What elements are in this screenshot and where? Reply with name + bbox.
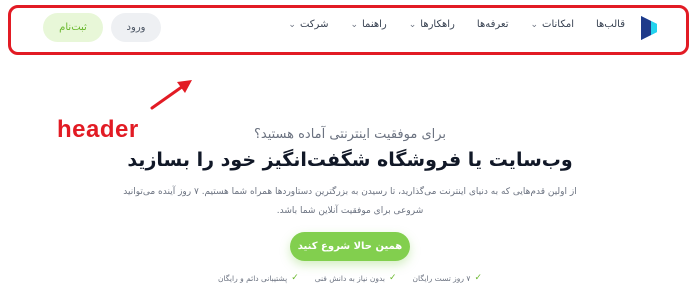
header-annotation-box bbox=[8, 5, 689, 55]
check-icon: ✓ bbox=[474, 273, 482, 283]
check-icon: ✓ bbox=[291, 273, 299, 283]
hero-description: از اولین قدم‌هایی که به دنیای اینترنت می… bbox=[123, 187, 577, 216]
feature-item: ✓ پشتیبانی دائم و رایگان bbox=[218, 273, 299, 283]
hero-subtitle: برای موفقیت اینترنتی آماده هستید؟ bbox=[253, 127, 447, 142]
annotation-arrow-icon bbox=[150, 80, 192, 110]
check-icon: ✓ bbox=[388, 273, 397, 283]
feature-label: بدون نیاز به دانش فنی bbox=[314, 273, 385, 283]
hero-title: وب‌سایت یا فروشگاه شگفت‌انگیز خود را بسا… bbox=[127, 149, 573, 171]
feature-label: ۷ روز تست رایگان bbox=[412, 273, 471, 283]
feature-item: ✓ بدون نیاز به دانش فنی bbox=[315, 273, 397, 283]
start-now-button[interactable]: همین حالا شروع کنید bbox=[290, 232, 410, 261]
feature-item: ✓ ۷ روز تست رایگان bbox=[413, 273, 482, 283]
feature-label: پشتیبانی دائم و رایگان bbox=[218, 273, 288, 283]
feature-list: ✓ ۷ روز تست رایگان ✓ بدون نیاز به دانش ف… bbox=[0, 273, 700, 283]
